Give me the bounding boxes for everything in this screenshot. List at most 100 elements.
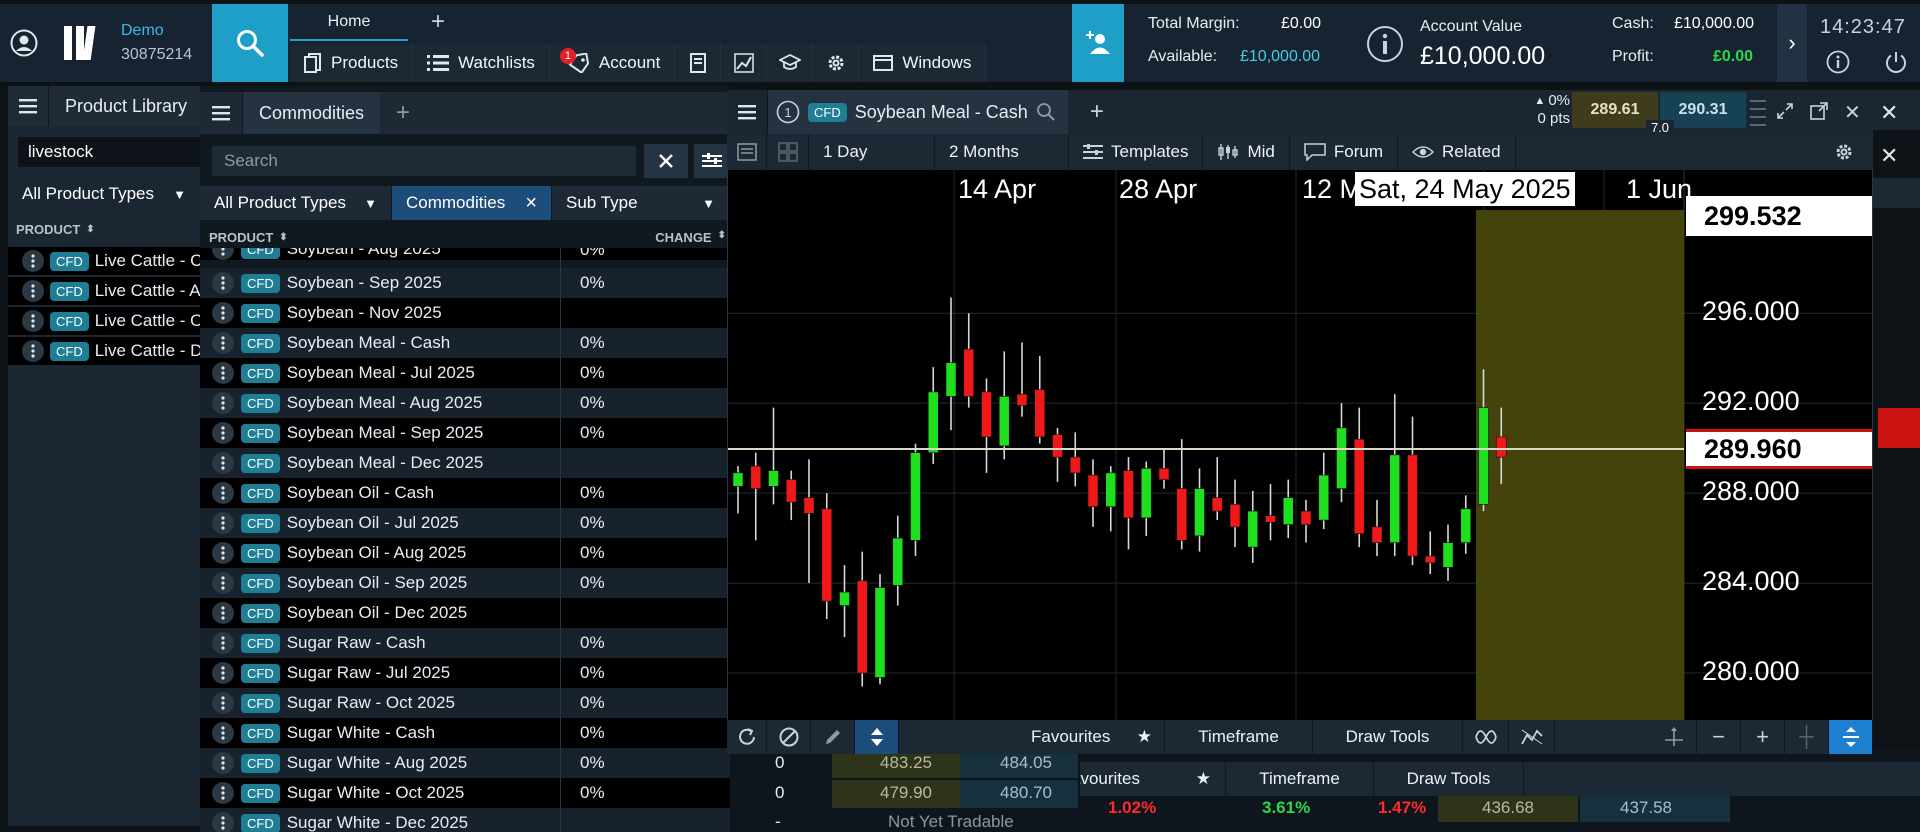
- more-options-icon[interactable]: [212, 248, 234, 260]
- more-options-icon[interactable]: [22, 310, 44, 332]
- related-button[interactable]: Related: [1398, 134, 1516, 170]
- library-column-header[interactable]: PRODUCT ⬍: [8, 218, 204, 240]
- draw-tools-button[interactable]: Draw Tools: [1313, 720, 1463, 754]
- user-icon[interactable]: [0, 4, 48, 82]
- table-row[interactable]: CFD Soybean Oil - Dec 2025: [200, 598, 730, 628]
- table-row[interactable]: CFD Sugar White - Dec 2025: [200, 808, 730, 832]
- charts-button[interactable]: [721, 44, 768, 82]
- cursor-mode-icon[interactable]: [855, 720, 899, 754]
- move-icon[interactable]: [1651, 720, 1697, 754]
- more-options-icon[interactable]: [22, 250, 44, 272]
- candle-down[interactable]: [1087, 474, 1099, 507]
- candle-down[interactable]: [1495, 436, 1507, 458]
- candle-down[interactable]: [1123, 470, 1134, 519]
- candle-down[interactable]: [1300, 510, 1312, 525]
- more-options-icon[interactable]: [212, 452, 234, 474]
- zoom-in-icon[interactable]: +: [1741, 720, 1785, 754]
- table-row[interactable]: CFD Soybean - Sep 2025 0%: [200, 268, 730, 298]
- table-row[interactable]: CFD Sugar Raw - Cash 0%: [200, 628, 730, 658]
- add-tab-button[interactable]: +: [1068, 98, 1104, 126]
- candle-up[interactable]: [910, 452, 921, 541]
- candle-down[interactable]: [1353, 438, 1365, 534]
- sub-type-filter[interactable]: Sub Type ▼: [552, 186, 730, 220]
- indicator-icon[interactable]: [1463, 720, 1509, 754]
- add-tab-button[interactable]: +: [418, 8, 458, 38]
- popout-icon[interactable]: [1810, 102, 1828, 125]
- list-item[interactable]: CFD Live Cattle - Dec 2025: [8, 337, 204, 365]
- category-filter-chip[interactable]: Commodities ×: [392, 186, 552, 220]
- range-dropdown[interactable]: 2 Months: [935, 134, 1069, 170]
- refresh-icon[interactable]: [727, 720, 767, 754]
- help-icon[interactable]: [1826, 50, 1850, 79]
- candle-down[interactable]: [785, 479, 797, 503]
- table-row[interactable]: CFD Soybean Oil - Jul 2025 0%: [200, 508, 730, 538]
- table-row[interactable]: CFD Soybean Meal - Jul 2025 0%: [200, 358, 730, 388]
- candle-down[interactable]: [981, 391, 992, 438]
- more-options-icon[interactable]: [22, 340, 44, 362]
- commodities-search-input[interactable]: Search: [212, 146, 636, 176]
- more-options-icon[interactable]: [212, 362, 234, 384]
- crosshair-icon[interactable]: ┼: [1785, 720, 1829, 754]
- table-row[interactable]: CFD Sugar White - Cash 0%: [200, 718, 730, 748]
- reports-button[interactable]: [675, 44, 722, 82]
- templates-button[interactable]: Templates: [1069, 134, 1204, 170]
- more-options-icon[interactable]: [212, 602, 234, 624]
- candle-up[interactable]: [1194, 488, 1205, 537]
- candle-up[interactable]: [1442, 542, 1454, 568]
- candle-up[interactable]: [1389, 454, 1401, 543]
- more-options-icon[interactable]: [212, 272, 234, 294]
- windows-button[interactable]: Windows: [859, 44, 987, 82]
- candle-up[interactable]: [1460, 508, 1472, 543]
- menu-icon[interactable]: [727, 104, 767, 120]
- table-row[interactable]: CFD Sugar White - Oct 2025 0%: [200, 778, 730, 808]
- close-icon[interactable]: ✕: [1844, 100, 1861, 125]
- settings-icon[interactable]: [1873, 178, 1920, 208]
- candle-up[interactable]: [768, 470, 779, 487]
- drag-handle[interactable]: [1750, 100, 1766, 126]
- candle-up[interactable]: [892, 537, 904, 586]
- menu-icon[interactable]: [8, 98, 48, 114]
- candle-up[interactable]: [732, 472, 744, 487]
- candle-up[interactable]: [1282, 497, 1294, 525]
- candle-up[interactable]: [1336, 427, 1347, 489]
- candle-up[interactable]: [1247, 510, 1259, 548]
- candle-down[interactable]: [1265, 515, 1276, 523]
- favourites-button[interactable]: Favourites ★: [1017, 720, 1165, 754]
- candle-down[interactable]: [1016, 393, 1028, 406]
- list-item[interactable]: CFD Live Cattle - Aug 2025: [8, 277, 204, 305]
- lower-timeframe-button[interactable]: Timeframe: [1226, 762, 1374, 796]
- product-type-filter[interactable]: All Product Types ▼: [200, 186, 392, 220]
- candle-down[interactable]: [1229, 504, 1241, 528]
- candle-down[interactable]: [1052, 434, 1063, 458]
- candle-down[interactable]: [1407, 454, 1418, 557]
- candle-down[interactable]: [1371, 526, 1383, 543]
- lower-favourites-button[interactable]: Favourites ★: [1080, 762, 1226, 796]
- add-user-button[interactable]: [1072, 4, 1124, 82]
- chart-layout-icon[interactable]: [767, 134, 809, 170]
- table-row[interactable]: CFD Soybean Meal - Dec 2025: [200, 448, 730, 478]
- candle-down[interactable]: [963, 348, 975, 397]
- table-row[interactable]: CFD Sugar White - Aug 2025 0%: [200, 748, 730, 778]
- table-row[interactable]: CFD Soybean Meal - Cash 0%: [200, 328, 730, 358]
- interval-dropdown[interactable]: 1 Day: [809, 134, 935, 170]
- candle-down[interactable]: [1211, 497, 1223, 512]
- more-options-icon[interactable]: [22, 280, 44, 302]
- table-row[interactable]: CFD Sugar Raw - Oct 2025 0%: [200, 688, 730, 718]
- close-icon[interactable]: ✕: [1880, 143, 1898, 169]
- education-button[interactable]: [767, 44, 814, 82]
- table-row[interactable]: CFD Soybean Oil - Cash 0%: [200, 478, 730, 508]
- close-icon[interactable]: ✕: [1880, 100, 1898, 126]
- candle-down[interactable]: [821, 508, 833, 602]
- more-options-icon[interactable]: [212, 392, 234, 414]
- search-icon[interactable]: [1036, 102, 1056, 122]
- candle-up[interactable]: [1105, 472, 1117, 507]
- candle-up[interactable]: [1478, 407, 1489, 505]
- tab-home[interactable]: Home: [290, 4, 408, 41]
- candle-down[interactable]: [1176, 488, 1188, 541]
- table-row[interactable]: CFD Soybean Meal - Aug 2025 0%: [200, 388, 730, 418]
- more-options-icon[interactable]: [212, 572, 234, 594]
- chart-settings-icon[interactable]: [1819, 134, 1873, 170]
- zoom-out-icon[interactable]: −: [1697, 720, 1741, 754]
- close-icon[interactable]: ×: [525, 192, 537, 215]
- info-icon[interactable]: [1366, 25, 1404, 68]
